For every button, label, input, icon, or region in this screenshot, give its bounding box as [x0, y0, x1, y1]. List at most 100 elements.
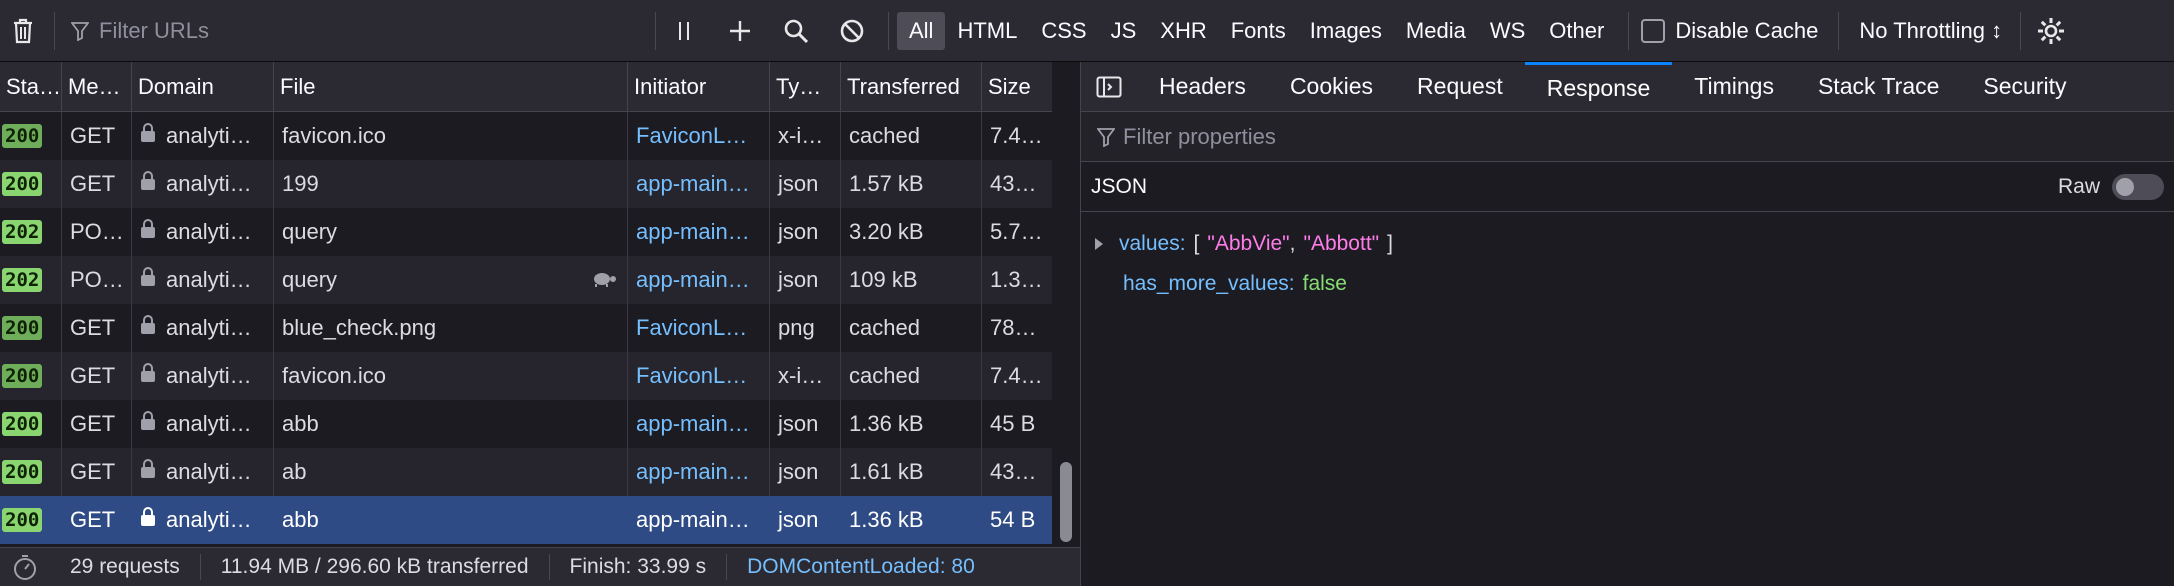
toggle-sidebar-icon[interactable]	[1081, 62, 1137, 112]
json-has-more-row[interactable]: has_more_values: false	[1093, 264, 2174, 304]
column-transferred[interactable]: Transferred	[841, 62, 982, 112]
file-text: 199	[282, 171, 319, 196]
column-domain[interactable]: Domain	[132, 62, 274, 112]
search-icon[interactable]	[768, 0, 824, 62]
file-cell: abb	[274, 496, 628, 544]
domain-cell: analyti…	[132, 256, 274, 304]
plus-icon[interactable]	[712, 0, 768, 62]
scrollbar-track[interactable]	[1052, 112, 1080, 547]
status-badge: 200	[2, 508, 43, 532]
table-row[interactable]: 200 GET analyti… favicon.ico FaviconL… x-i… ca…	[0, 352, 1052, 400]
filter-xhr-button[interactable]: XHR	[1148, 12, 1218, 50]
json-section-header: JSON Raw	[1081, 162, 2174, 212]
filter-properties-input[interactable]: Filter properties	[1081, 112, 2174, 162]
method-cell: GET	[62, 352, 132, 400]
initiator-cell: app-main…	[628, 160, 770, 208]
toolbar-separator	[888, 11, 889, 50]
filter-ws-button[interactable]: WS	[1478, 12, 1537, 50]
table-header: Sta… Me… Domain File Initiator Ty… Trans…	[0, 62, 1052, 112]
table-row[interactable]: 200 GET analyti… abb app-main… json 1.36 kB 45 …	[0, 400, 1052, 448]
tab-security[interactable]: Security	[1961, 62, 2088, 112]
filter-other-button[interactable]: Other	[1537, 12, 1616, 50]
filter-fonts-button[interactable]: Fonts	[1219, 12, 1298, 50]
table-row[interactable]: 202 PO… analyti… query app-main… json 3.20 kB 5…	[0, 208, 1052, 256]
filter-css-button[interactable]: CSS	[1029, 12, 1098, 50]
transferred-text: cached	[849, 315, 920, 340]
size-text: 45 B	[990, 411, 1036, 436]
disable-cache-checkbox[interactable]	[1641, 18, 1666, 43]
block-icon[interactable]	[824, 0, 880, 62]
domain-cell: analyti…	[132, 112, 274, 160]
initiator-cell: app-main…	[628, 496, 770, 544]
initiator-link[interactable]: app-main…	[636, 507, 750, 533]
initiator-link[interactable]: app-main…	[636, 171, 750, 197]
pause-icon[interactable]	[656, 0, 712, 62]
tab-stack-trace[interactable]: Stack Trace	[1796, 62, 1961, 112]
filter-urls-input[interactable]: Filter URLs	[55, 0, 655, 62]
column-file[interactable]: File	[274, 62, 628, 112]
disable-cache-toggle[interactable]: Disable Cache	[1641, 18, 1818, 44]
initiator-link[interactable]: app-main…	[636, 267, 750, 293]
table-row[interactable]: 200 GET analyti… abb app-main… json 1.36 kB 54 …	[0, 496, 1052, 544]
domain-text: analyti…	[166, 507, 252, 532]
initiator-link[interactable]: app-main…	[636, 219, 750, 245]
table-row[interactable]: 200 GET analyti… favicon.ico FaviconL… x-i… ca…	[0, 112, 1052, 160]
filter-js-button[interactable]: JS	[1099, 12, 1149, 50]
clear-icon[interactable]	[0, 0, 46, 62]
table-row[interactable]: 200 GET analyti… blue_check.png FaviconL… png…	[0, 304, 1052, 352]
initiator-link[interactable]: FaviconL…	[636, 123, 747, 149]
lock-icon	[140, 363, 156, 389]
tab-request[interactable]: Request	[1395, 62, 1525, 112]
throttling-select[interactable]: No Throttling ↕	[1859, 18, 2002, 44]
size-cell: 7.4…	[982, 112, 1052, 160]
filter-all-button[interactable]: All	[897, 11, 946, 50]
initiator-link[interactable]: app-main…	[636, 411, 750, 437]
table-row[interactable]: 202 PO… analyti… query app-main… json 109 kB 1.…	[0, 256, 1052, 304]
json-boolean-value: false	[1302, 272, 1347, 295]
column-method[interactable]: Me…	[62, 62, 132, 112]
turtle-icon	[591, 267, 617, 293]
status-badge: 200	[2, 460, 43, 484]
funnel-icon	[1097, 127, 1115, 147]
type-text: x-i…	[778, 363, 824, 388]
tab-headers[interactable]: Headers	[1137, 62, 1268, 112]
filter-media-button[interactable]: Media	[1394, 12, 1478, 50]
initiator-link[interactable]: app-main…	[636, 459, 750, 485]
column-initiator[interactable]: Initiator	[628, 62, 770, 112]
tab-cookies[interactable]: Cookies	[1268, 62, 1395, 112]
expand-triangle-icon[interactable]	[1093, 237, 1105, 251]
domain-text: analyti…	[166, 315, 252, 340]
column-size[interactable]: Size	[982, 62, 1052, 112]
raw-switch[interactable]	[2112, 173, 2164, 200]
status-badge: 202	[2, 220, 43, 244]
type-text: json	[778, 459, 819, 484]
type-text: json	[778, 507, 819, 532]
initiator-link[interactable]: FaviconL…	[636, 315, 747, 341]
method-text: PO…	[70, 267, 124, 292]
domain-text: analyti…	[166, 411, 252, 436]
gear-icon[interactable]	[2021, 0, 2081, 62]
tab-response[interactable]: Response	[1524, 61, 1673, 112]
column-status[interactable]: Sta…	[0, 62, 62, 112]
json-section-label: JSON	[1091, 174, 1148, 198]
raw-toggle[interactable]: Raw	[2058, 173, 2164, 200]
method-text: GET	[70, 507, 116, 532]
table-row[interactable]: 200 GET analyti… 199 app-main… json 1.57 kB 43…	[0, 160, 1052, 208]
lock-icon	[140, 219, 156, 245]
filter-images-button[interactable]: Images	[1298, 12, 1394, 50]
column-type[interactable]: Ty…	[770, 62, 841, 112]
transferred-text: 1.57 kB	[849, 171, 924, 196]
json-values-row[interactable]: values: [ "AbbVie" , "Abbott" ]	[1093, 224, 2174, 264]
filter-html-button[interactable]: HTML	[945, 12, 1029, 50]
table-row[interactable]: 200 GET analyti… ab app-main… json 1.61 kB 43…	[0, 448, 1052, 496]
initiator-link[interactable]: FaviconL…	[636, 363, 747, 389]
stopwatch-icon[interactable]	[0, 548, 50, 586]
lock-icon	[140, 171, 156, 197]
initiator-cell: app-main…	[628, 400, 770, 448]
method-cell: GET	[62, 400, 132, 448]
tab-timings[interactable]: Timings	[1672, 62, 1796, 112]
domain-cell: analyti…	[132, 208, 274, 256]
scrollbar-thumb[interactable]	[1060, 462, 1072, 542]
json-string-value: "Abbott"	[1303, 232, 1380, 255]
transferred-cell: 3.20 kB	[841, 208, 982, 256]
